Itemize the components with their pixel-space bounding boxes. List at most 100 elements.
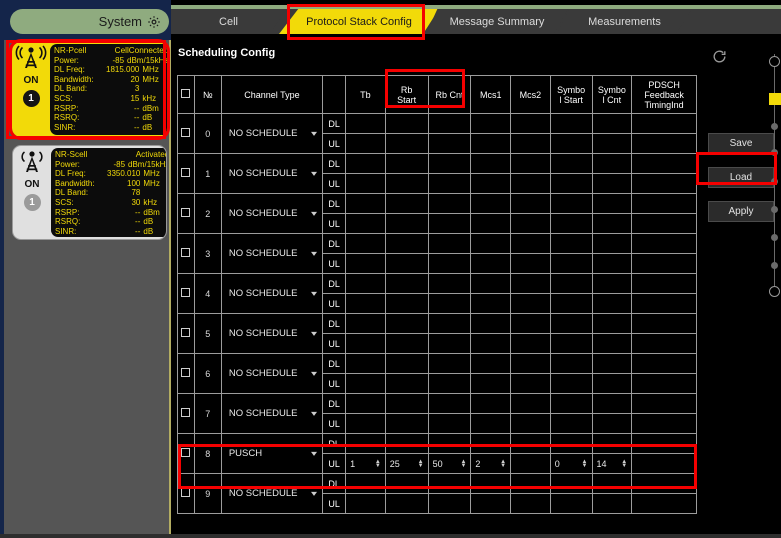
row-checkbox[interactable] xyxy=(181,408,190,417)
chevron-down-icon[interactable]: ▾ xyxy=(311,289,317,298)
row-checkbox-cell[interactable] xyxy=(178,274,195,314)
table-row[interactable]: 3NO SCHEDULE▾DL xyxy=(178,234,697,254)
cell-pdsch-feedback xyxy=(632,234,697,254)
cell-rb-cnt xyxy=(428,334,471,354)
row-checkbox[interactable] xyxy=(181,488,190,497)
channel-type-select[interactable]: NO SCHEDULE▾ xyxy=(221,114,322,154)
tab-cell[interactable]: Cell xyxy=(171,9,286,34)
select-all-checkbox[interactable] xyxy=(181,89,190,98)
row-checkbox[interactable] xyxy=(181,128,190,137)
cell-rb-cnt[interactable]: 50▲▼ xyxy=(428,454,471,474)
cell-symbol-start[interactable]: 0▲▼ xyxy=(550,454,592,474)
rail-node[interactable] xyxy=(771,206,778,213)
table-row[interactable]: 8PUSCH▾DL xyxy=(178,434,697,454)
table-row[interactable]: 2NO SCHEDULE▾DL xyxy=(178,194,697,214)
row-checkbox[interactable] xyxy=(181,448,190,457)
row-checkbox-cell[interactable] xyxy=(178,114,195,154)
channel-type-select[interactable]: NO SCHEDULE▾ xyxy=(221,314,322,354)
cell-mcs2 xyxy=(511,154,551,174)
col-header-rb-start: Rb Start xyxy=(385,76,428,114)
row-checkbox-cell[interactable] xyxy=(178,314,195,354)
system-button[interactable]: System xyxy=(10,9,169,34)
rail-node[interactable] xyxy=(771,234,778,241)
rail-node[interactable] xyxy=(771,262,778,269)
cell-pdsch-feedback xyxy=(632,114,697,134)
rail-node-top[interactable] xyxy=(769,56,780,67)
rail-node[interactable] xyxy=(771,123,778,130)
chevron-down-icon[interactable]: ▾ xyxy=(311,489,317,498)
channel-type-select[interactable]: NO SCHEDULE▾ xyxy=(221,234,322,274)
cell-rb-start xyxy=(385,194,428,214)
channel-type-select[interactable]: NO SCHEDULE▾ xyxy=(221,474,322,514)
rail-node[interactable] xyxy=(771,149,778,156)
table-row[interactable]: 6NO SCHEDULE▾DL xyxy=(178,354,697,374)
row-checkbox-cell[interactable] xyxy=(178,474,195,514)
channel-type-select[interactable]: NO SCHEDULE▾ xyxy=(221,194,322,234)
chevron-down-icon[interactable]: ▾ xyxy=(311,329,317,338)
row-checkbox-cell[interactable] xyxy=(178,354,195,394)
table-header-row: № Channel Type Tb Rb Start Rb Cnt Mcs1 M… xyxy=(178,76,697,114)
cell-card-pcell[interactable]: ON 1 NR-Pcell CellConnected Power:-85dBm… xyxy=(12,42,167,137)
row-number: 1 xyxy=(194,154,221,194)
cell-rb-start[interactable]: 25▲▼ xyxy=(385,454,428,474)
chevron-down-icon[interactable]: ▾ xyxy=(311,449,317,458)
channel-type-select[interactable]: NO SCHEDULE▾ xyxy=(221,274,322,314)
channel-type-select[interactable]: NO SCHEDULE▾ xyxy=(221,394,322,434)
channel-type-select[interactable]: NO SCHEDULE▾ xyxy=(221,154,322,194)
row-checkbox[interactable] xyxy=(181,328,190,337)
load-button[interactable]: Load xyxy=(708,167,774,188)
row-checkbox-cell[interactable] xyxy=(178,394,195,434)
cell-scell-row-dlfreq: DL Freq:3350.010MHz xyxy=(55,169,167,179)
chevron-down-icon[interactable]: ▾ xyxy=(311,369,317,378)
chevron-down-icon[interactable]: ▾ xyxy=(311,249,317,258)
tab-protocol-stack-config[interactable]: Protocol Stack Config xyxy=(279,9,439,34)
table-row[interactable]: 1NO SCHEDULE▾DL xyxy=(178,154,697,174)
row-checkbox-cell[interactable] xyxy=(178,434,195,474)
cell-card-scell[interactable]: ON 1 NR-Scell Activated Power:-85dBm/15k… xyxy=(12,145,167,240)
cell-symbol-cnt[interactable]: 14▲▼ xyxy=(592,454,632,474)
table-row[interactable]: 0NO SCHEDULE▾DL xyxy=(178,114,697,134)
row-checkbox[interactable] xyxy=(181,288,190,297)
cell-mcs2 xyxy=(511,334,551,354)
stepper-arrows-icon[interactable]: ▲▼ xyxy=(582,460,588,468)
chevron-down-icon[interactable]: ▾ xyxy=(311,129,317,138)
table-row[interactable]: 7NO SCHEDULE▾DL xyxy=(178,394,697,414)
stepper-arrows-icon[interactable]: ▲▼ xyxy=(460,460,466,468)
tab-message-summary[interactable]: Message Summary xyxy=(426,9,568,34)
rail-node[interactable] xyxy=(771,178,778,185)
row-checkbox[interactable] xyxy=(181,368,190,377)
row-checkbox-cell[interactable] xyxy=(178,154,195,194)
chevron-down-icon[interactable]: ▾ xyxy=(311,209,317,218)
stepper-arrows-icon[interactable]: ▲▼ xyxy=(418,460,424,468)
row-checkbox[interactable] xyxy=(181,168,190,177)
stepper-arrows-icon[interactable]: ▲▼ xyxy=(621,460,627,468)
cell-rb-start xyxy=(385,294,428,314)
refresh-icon[interactable] xyxy=(709,46,729,66)
stepper-arrows-icon[interactable]: ▲▼ xyxy=(375,460,381,468)
col-header-mcs2: Mcs2 xyxy=(511,76,551,114)
table-row[interactable]: 4NO SCHEDULE▾DL xyxy=(178,274,697,294)
cell-mcs1[interactable]: 2▲▼ xyxy=(471,454,511,474)
cell-pdsch-feedback xyxy=(632,194,697,214)
select-all-header[interactable] xyxy=(178,76,195,114)
apply-button[interactable]: Apply xyxy=(708,201,774,222)
right-rail[interactable] xyxy=(769,48,781,538)
chevron-down-icon[interactable]: ▾ xyxy=(311,409,317,418)
channel-type-select[interactable]: PUSCH▾ xyxy=(221,434,322,474)
channel-type-select[interactable]: NO SCHEDULE▾ xyxy=(221,354,322,394)
rail-marker-active[interactable] xyxy=(769,93,781,105)
row-checkbox[interactable] xyxy=(181,208,190,217)
cell-pdsch-feedback xyxy=(632,154,697,174)
table-row[interactable]: 5NO SCHEDULE▾DL xyxy=(178,314,697,334)
row-checkbox-cell[interactable] xyxy=(178,194,195,234)
save-button[interactable]: Save xyxy=(708,133,774,154)
table-row[interactable]: 9NO SCHEDULE▾DL xyxy=(178,474,697,494)
row-checkbox-cell[interactable] xyxy=(178,234,195,274)
cell-symbol-cnt xyxy=(592,254,632,274)
tab-measurements[interactable]: Measurements xyxy=(557,9,692,34)
stepper-arrows-icon[interactable]: ▲▼ xyxy=(500,460,506,468)
rail-node-bottom[interactable] xyxy=(769,286,780,297)
cell-tb[interactable]: 1▲▼ xyxy=(346,454,386,474)
row-checkbox[interactable] xyxy=(181,248,190,257)
chevron-down-icon[interactable]: ▾ xyxy=(311,169,317,178)
